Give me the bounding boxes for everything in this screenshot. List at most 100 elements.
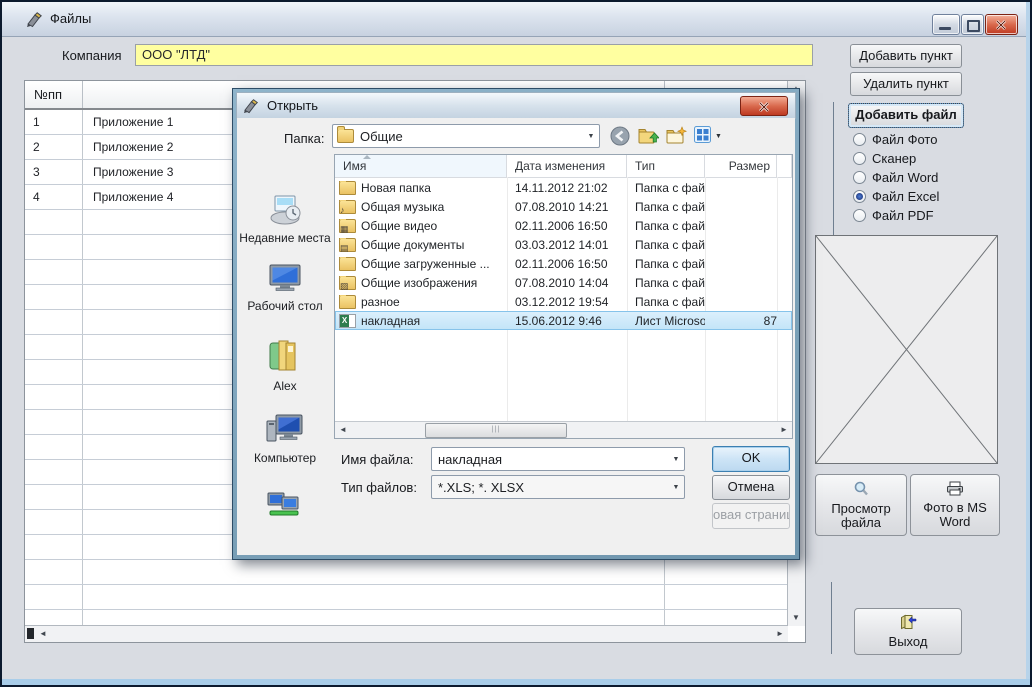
scroll-left-icon[interactable]: ◄ <box>35 626 51 642</box>
up-one-level-button[interactable] <box>638 126 658 146</box>
ok-button[interactable]: OK <box>712 446 790 472</box>
radio-icon <box>853 152 866 165</box>
filename-combobox[interactable]: накладная ▼ <box>431 447 685 471</box>
file-row[interactable]: Общие загруженные ...02.11.2006 16:50Пап… <box>335 254 792 273</box>
radio-label: Файл Excel <box>872 189 939 204</box>
panel-divider <box>831 582 832 654</box>
maximize-button[interactable] <box>961 14 984 35</box>
cell-file <box>665 560 788 584</box>
exit-button[interactable]: Выход <box>854 608 962 655</box>
cancel-button[interactable]: Отмена <box>712 475 790 500</box>
radio-label: Файл Фото <box>872 132 937 147</box>
folder-combobox[interactable]: Общие ▼ <box>332 124 600 148</box>
file-row[interactable]: накладная15.06.2012 9:46Лист Microsoft O… <box>335 311 792 330</box>
scroll-right-icon[interactable]: ► <box>772 626 788 642</box>
chevron-down-icon[interactable]: ▼ <box>668 484 684 491</box>
minimize-button[interactable] <box>932 14 960 35</box>
add-file-button[interactable]: Добавить файл <box>848 103 964 128</box>
new-folder-button[interactable] <box>666 126 686 146</box>
cell-num <box>25 485 83 509</box>
window-edge <box>1026 2 1030 685</box>
place-label: Недавние места <box>239 231 330 245</box>
radio-label: Сканер <box>872 151 916 166</box>
views-button[interactable] <box>694 126 711 146</box>
place-label: Рабочий стол <box>247 299 322 313</box>
cell-num <box>25 335 83 359</box>
file-row[interactable]: разное03.12.2012 19:54Папка с файлами <box>335 292 792 311</box>
place-item-network[interactable] <box>239 491 331 520</box>
scrollbar-thumb[interactable] <box>27 628 34 639</box>
table-row[interactable] <box>25 585 788 610</box>
printer-icon <box>946 481 964 499</box>
radio-сканер[interactable]: Сканер <box>853 149 1003 168</box>
cell-num <box>25 560 83 584</box>
radio-файл-word[interactable]: Файл Word <box>853 168 1003 187</box>
delete-item-button[interactable]: Удалить пункт <box>850 72 962 96</box>
dialog-titlebar[interactable]: Открыть <box>236 92 796 119</box>
place-item-недавние-места[interactable]: Недавние места <box>239 191 331 245</box>
file-row[interactable]: ▨Общие изображения07.08.2010 14:04Папка … <box>335 273 792 292</box>
table-row[interactable] <box>25 560 788 585</box>
chevron-down-icon[interactable]: ▼ <box>583 133 599 140</box>
app-stamp-icon <box>243 98 259 114</box>
table-row[interactable] <box>25 610 788 626</box>
folder-icon <box>339 181 356 195</box>
file-type-radio-group: Файл Фото Сканер Файл Word Файл Excel Файл P… <box>853 130 1003 225</box>
cell-num <box>25 460 83 484</box>
scroll-right-icon[interactable]: ► <box>776 422 792 438</box>
maximize-icon <box>967 20 980 32</box>
list-column-header-3[interactable]: Размер <box>705 155 777 177</box>
company-input[interactable]: ООО "ЛТД" <box>135 44 813 66</box>
folder-label: Папка: <box>284 131 324 146</box>
radio-файл-excel[interactable]: Файл Excel <box>853 187 1003 206</box>
radio-файл-pdf[interactable]: Файл PDF <box>853 206 1003 225</box>
file-name: Общие изображения <box>361 276 477 290</box>
place-item-компьютер[interactable]: Компьютер <box>239 413 331 465</box>
overlay-glyph: ▨ <box>340 282 349 290</box>
list-horizontal-scrollbar[interactable]: ◄ ||| ► <box>335 421 792 438</box>
magnifier-icon <box>853 481 869 500</box>
cell-size: 87 <box>705 314 777 328</box>
file-row[interactable]: ▤Общие документы03.03.2012 14:01Папка с … <box>335 235 792 254</box>
close-button[interactable] <box>985 14 1018 35</box>
scroll-left-icon[interactable]: ◄ <box>335 422 351 438</box>
add-item-button[interactable]: Добавить пункт <box>850 44 962 68</box>
recent-places-icon <box>267 191 303 228</box>
file-list-rows: Новая папка14.11.2012 21:02Папка с файла… <box>335 178 792 422</box>
scroll-down-icon[interactable]: ▼ <box>788 610 804 626</box>
cell-num <box>25 310 83 334</box>
cell-filename: ▨ Общие изображения <box>335 276 507 290</box>
list-column-header-0[interactable]: Имя <box>335 155 507 177</box>
list-column-header-2[interactable]: Тип <box>627 155 705 177</box>
place-label: Компьютер <box>254 451 316 465</box>
preview-file-button[interactable]: Просмотр файла <box>815 474 907 536</box>
file-row[interactable]: ♪Общая музыка07.08.2010 14:21Папка с фай… <box>335 197 792 216</box>
folder-doc-icon: ▤ <box>339 238 356 252</box>
place-item-рабочий-стол[interactable]: Рабочий стол <box>239 263 331 313</box>
chevron-down-icon[interactable]: ▼ <box>668 456 684 463</box>
radio-label: Файл PDF <box>872 208 934 223</box>
back-button[interactable] <box>610 126 630 146</box>
list-column-header-1[interactable]: Дата изменения <box>507 155 627 177</box>
main-titlebar[interactable]: Файлы <box>2 2 1030 37</box>
cell-filename: Общие загруженные ... <box>335 257 507 271</box>
dialog-close-button[interactable] <box>740 96 788 116</box>
company-label: Компания <box>62 48 122 63</box>
cell-num <box>25 435 83 459</box>
radio-label: Файл Word <box>872 170 938 185</box>
cell-filename: ♪Общая музыка <box>335 200 507 214</box>
file-row[interactable]: ▦Общие видео02.11.2006 16:50Папка с файл… <box>335 216 792 235</box>
overlay-glyph: ▦ <box>340 225 349 233</box>
place-item-alex[interactable]: Alex <box>239 337 331 393</box>
cell-file <box>665 610 788 626</box>
views-dropdown-icon[interactable]: ▼ <box>715 133 722 140</box>
table-horizontal-scrollbar[interactable]: ◄ ► <box>25 625 788 642</box>
cell-num: 4 <box>25 185 83 209</box>
file-row[interactable]: Новая папка14.11.2012 21:02Папка с файла… <box>335 178 792 197</box>
photo-to-word-button[interactable]: Фото в MS Word <box>910 474 1000 536</box>
radio-файл-фото[interactable]: Файл Фото <box>853 130 1003 149</box>
filetype-combobox[interactable]: *.XLS; *. XLSX ▼ <box>431 475 685 499</box>
exit-door-icon <box>899 614 917 633</box>
exit-label: Выход <box>889 635 928 649</box>
scrollbar-thumb[interactable]: ||| <box>425 423 567 438</box>
